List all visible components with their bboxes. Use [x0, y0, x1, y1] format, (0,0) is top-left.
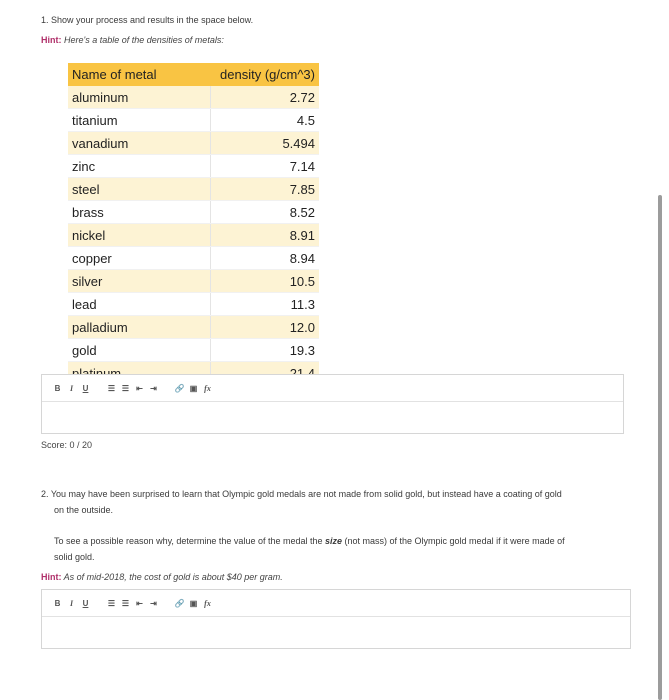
metal-name: nickel [68, 223, 211, 247]
table-header-row: Name of metal density (g/cm^3) [68, 63, 319, 86]
metal-name: steel [68, 177, 211, 201]
para-text-a: To see a possible reason why, determine … [54, 536, 325, 546]
formula-icon[interactable]: fx [201, 381, 214, 395]
numbered-list-icon[interactable]: ☰ [119, 381, 132, 395]
metal-name: aluminum [68, 86, 211, 109]
scrollbar[interactable] [658, 195, 662, 700]
metal-density: 2.72 [210, 86, 319, 109]
column-header-density: density (g/cm^3) [210, 63, 319, 86]
hint-text: Here's a table of the densities of metal… [64, 35, 224, 45]
metal-density: 12.0 [210, 315, 319, 339]
density-table: Name of metal density (g/cm^3) aluminum 2… [68, 63, 319, 385]
metal-density: 19.3 [210, 338, 319, 362]
table-row: aluminum 2.72 [68, 86, 319, 109]
question-2-paragraph-line2: solid gold. [54, 552, 95, 562]
score-value: 0 / 20 [69, 440, 93, 450]
editor-toolbar: B I U ☰ ☰ ⇤ ⇥ 🔗 ▣ fx [42, 375, 623, 402]
table-row: lead 11.3 [68, 292, 319, 316]
formula-icon[interactable]: fx [201, 596, 214, 610]
metal-name: copper [68, 246, 211, 270]
editor-text-area[interactable] [42, 402, 623, 433]
metal-density: 5.494 [210, 131, 319, 155]
table-row: silver 10.5 [68, 269, 319, 293]
metal-density: 8.94 [210, 246, 319, 270]
bullet-list-icon[interactable]: ☰ [105, 596, 118, 610]
numbered-list-icon[interactable]: ☰ [119, 596, 132, 610]
question-2-hint: Hint: As of mid-2018, the cost of gold i… [41, 572, 283, 582]
metal-density: 4.5 [210, 108, 319, 132]
link-icon[interactable]: 🔗 [173, 596, 186, 610]
underline-button[interactable]: U [79, 596, 92, 610]
link-icon[interactable]: 🔗 [173, 381, 186, 395]
hint-label: Hint: [41, 35, 62, 45]
metal-name: zinc [68, 154, 211, 178]
metal-density: 11.3 [210, 292, 319, 316]
metal-name: lead [68, 292, 211, 316]
editor-toolbar: B I U ☰ ☰ ⇤ ⇥ 🔗 ▣ fx [42, 590, 630, 617]
hint-label: Hint: [41, 572, 62, 582]
outdent-icon[interactable]: ⇤ [133, 381, 146, 395]
answer-editor-1: B I U ☰ ☰ ⇤ ⇥ 🔗 ▣ fx [41, 374, 624, 434]
metal-name: vanadium [68, 131, 211, 155]
question-2-paragraph-line1: To see a possible reason why, determine … [54, 536, 565, 546]
table-row: titanium 4.5 [68, 108, 319, 132]
table-row: nickel 8.91 [68, 223, 319, 247]
question-2-text-line1: 2. You may have been surprised to learn … [41, 489, 562, 499]
table-row: copper 8.94 [68, 246, 319, 270]
indent-icon[interactable]: ⇥ [147, 381, 160, 395]
metal-density: 7.85 [210, 177, 319, 201]
hint-text: As of mid-2018, the cost of gold is abou… [63, 572, 283, 582]
outdent-icon[interactable]: ⇤ [133, 596, 146, 610]
image-icon[interactable]: ▣ [187, 596, 200, 610]
image-icon[interactable]: ▣ [187, 381, 200, 395]
metal-name: brass [68, 200, 211, 224]
underline-button[interactable]: U [79, 381, 92, 395]
bold-button[interactable]: B [51, 381, 64, 395]
question-2-text-line2: on the outside. [54, 505, 114, 515]
metal-density: 7.14 [210, 154, 319, 178]
italic-button[interactable]: I [65, 596, 78, 610]
metal-density: 8.52 [210, 200, 319, 224]
indent-icon[interactable]: ⇥ [147, 596, 160, 610]
table-row: steel 7.85 [68, 177, 319, 201]
metal-density: 10.5 [210, 269, 319, 293]
metal-name: titanium [68, 108, 211, 132]
metal-name: palladium [68, 315, 211, 339]
answer-editor-2: B I U ☰ ☰ ⇤ ⇥ 🔗 ▣ fx [41, 589, 631, 649]
table-row: zinc 7.14 [68, 154, 319, 178]
bullet-list-icon[interactable]: ☰ [105, 381, 118, 395]
table-row: vanadium 5.494 [68, 131, 319, 155]
bold-button[interactable]: B [51, 596, 64, 610]
question-1-hint: Hint: Here's a table of the densities of… [41, 35, 224, 45]
metal-density: 8.91 [210, 223, 319, 247]
metal-name: gold [68, 338, 211, 362]
metal-name: silver [68, 269, 211, 293]
editor-text-area[interactable] [42, 617, 630, 648]
table-row: brass 8.52 [68, 200, 319, 224]
italic-button[interactable]: I [65, 381, 78, 395]
table-row: gold 19.3 [68, 338, 319, 362]
score: Score: 0 / 20 [41, 440, 92, 450]
column-header-metal: Name of metal [68, 63, 211, 86]
score-label: Score: [41, 440, 68, 450]
table-row: palladium 12.0 [68, 315, 319, 339]
para-text-size: size [325, 536, 343, 546]
question-1-text: 1. Show your process and results in the … [41, 15, 254, 25]
para-text-c: (not mass) of the Olympic gold medal if … [342, 536, 565, 546]
